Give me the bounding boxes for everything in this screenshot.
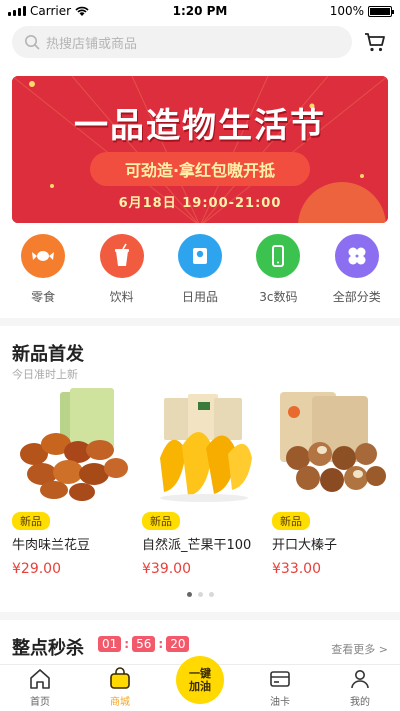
banner-date: 6月18日 19:00-21:00 <box>118 196 282 211</box>
product-image-hazelnuts <box>272 388 394 504</box>
new-arrivals-subtitle: 今日准时上新 <box>12 368 78 381</box>
signal-icon <box>8 6 26 16</box>
tab-mall[interactable]: 商城 <box>88 667 152 708</box>
status-right: 100% <box>329 4 394 18</box>
category-label: 3c数码 <box>259 290 298 304</box>
timer-hours: 01 <box>98 636 122 652</box>
product-price: ¥33.00 <box>272 561 321 577</box>
see-more-link[interactable]: 查看更多 > <box>331 641 388 657</box>
search-placeholder: 热搜店铺或商品 <box>46 36 138 52</box>
product-image-dried-mango <box>142 388 264 504</box>
category-label: 全部分类 <box>332 290 381 304</box>
tab-refuel[interactable]: 一键 加油 <box>168 656 232 708</box>
tab-fuel-card[interactable]: 油卡 <box>248 667 312 708</box>
battery-percent: 100% <box>329 4 364 18</box>
category-drinks[interactable]: 饮料 <box>87 234 157 314</box>
product-name: 开口大榛子 <box>272 538 338 553</box>
flash-sale-title: 整点秒杀 <box>12 638 84 659</box>
product-name: 自然派_芒果干100 <box>142 538 252 553</box>
category-daily[interactable]: 日用品 <box>165 234 235 314</box>
pager-dot-active[interactable] <box>186 592 192 597</box>
search-row: 热搜店铺或商品 <box>12 26 388 58</box>
section-divider <box>0 318 400 326</box>
candy-icon <box>21 234 66 278</box>
wifi-icon <box>75 6 89 16</box>
product-card[interactable]: 新品 牛肉味兰花豆 ¥29.00 <box>12 388 134 588</box>
home-icon <box>30 669 50 689</box>
countdown-timer: 01 : 56 : 20 <box>98 636 190 652</box>
product-card[interactable]: 新品 开口大榛子 ¥33.00 <box>272 388 394 588</box>
tab-label: 商城 <box>110 697 130 708</box>
refuel-button[interactable]: 一键 加油 <box>176 656 224 704</box>
tab-home[interactable]: 首页 <box>8 667 72 708</box>
product-price: ¥29.00 <box>12 561 61 577</box>
refuel-label-line1: 一键 <box>189 667 211 680</box>
pager-dot[interactable] <box>197 592 203 597</box>
cart-icon <box>365 33 385 52</box>
category-row: 零食 饮料 日用品 3c数码 全部分类 <box>0 234 400 314</box>
clover-grid-icon <box>334 234 379 278</box>
phone-icon <box>256 234 301 278</box>
tab-label: 油卡 <box>270 697 290 708</box>
new-badge: 新品 <box>272 512 310 530</box>
cart-button[interactable] <box>362 29 388 55</box>
category-all[interactable]: 全部分类 <box>322 234 392 314</box>
bottom-tab-bar: 首页 商城 一键 加油 油卡 我的 <box>0 656 400 711</box>
tab-mine[interactable]: 我的 <box>328 667 392 708</box>
section-divider <box>0 612 400 620</box>
product-image-broad-beans <box>12 388 134 504</box>
carousel-pager <box>0 592 400 597</box>
category-label: 饮料 <box>109 290 134 304</box>
category-label: 零食 <box>31 290 56 304</box>
status-left: Carrier <box>8 4 89 18</box>
status-bar: Carrier 1:20 PM 100% <box>0 0 400 22</box>
new-arrivals-title: 新品首发 <box>12 344 84 365</box>
timer-seconds: 20 <box>166 636 190 652</box>
timer-colon: : <box>158 637 164 651</box>
carrier-label: Carrier <box>30 4 72 18</box>
category-snacks[interactable]: 零食 <box>8 234 78 314</box>
drink-cup-icon <box>99 234 144 278</box>
battery-icon <box>368 5 394 17</box>
tab-label: 我的 <box>350 697 370 708</box>
product-carousel[interactable]: 新品 牛肉味兰花豆 ¥29.00 新品 自然派_芒果干100 ¥39.00 新品… <box>12 388 400 588</box>
tissue-roll-icon <box>177 234 222 278</box>
shop-bag-icon <box>110 667 130 689</box>
user-icon <box>351 670 369 689</box>
product-price: ¥39.00 <box>142 561 191 577</box>
search-input[interactable]: 热搜店铺或商品 <box>12 26 352 58</box>
search-icon <box>25 35 40 50</box>
product-card[interactable]: 新品 自然派_芒果干100 ¥39.00 <box>142 388 264 588</box>
tab-label: 首页 <box>30 697 50 708</box>
refuel-label-line2: 加油 <box>189 680 211 693</box>
banner-title: 一品造物生活节 <box>74 106 326 146</box>
promo-banner[interactable]: 一品造物生活节 可劲造·拿红包嗷开抵 6月18日 19:00-21:00 <box>12 76 388 223</box>
card-icon <box>270 671 290 687</box>
banner-subtitle: 可劲造·拿红包嗷开抵 <box>90 152 310 186</box>
timer-minutes: 56 <box>132 636 156 652</box>
category-digital[interactable]: 3c数码 <box>243 234 313 314</box>
pager-dot[interactable] <box>208 592 214 597</box>
new-badge: 新品 <box>12 512 50 530</box>
timer-colon: : <box>124 637 130 651</box>
category-label: 日用品 <box>181 290 218 304</box>
product-name: 牛肉味兰花豆 <box>12 538 91 553</box>
new-badge: 新品 <box>142 512 180 530</box>
